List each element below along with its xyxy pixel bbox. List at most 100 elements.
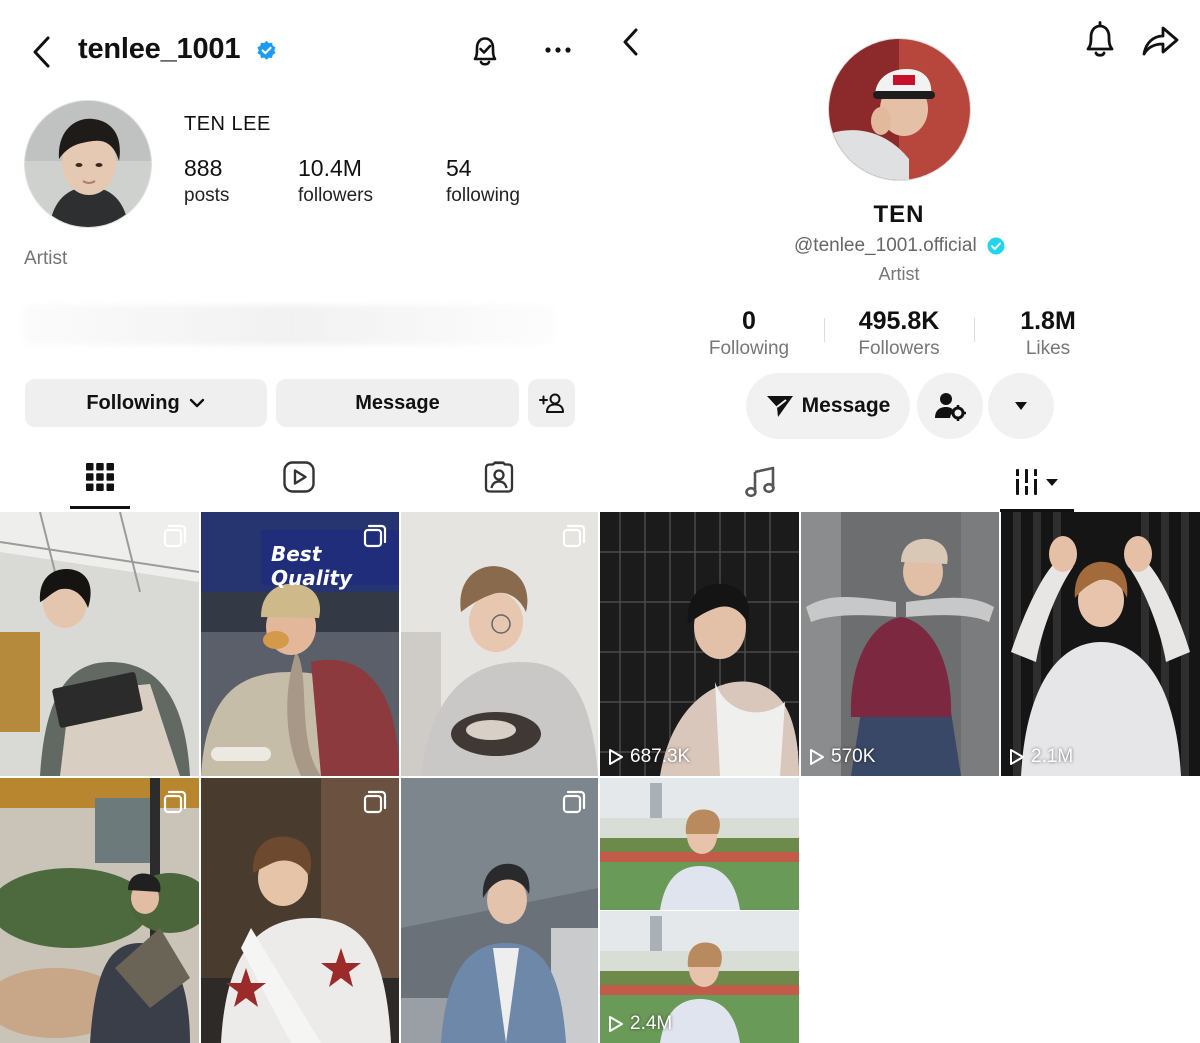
video-image — [1001, 512, 1200, 776]
add-user-icon — [538, 393, 564, 413]
stat-number: 888 — [184, 155, 223, 181]
post-image — [0, 512, 199, 776]
carousel-icon — [562, 790, 586, 814]
bell-icon[interactable] — [1082, 20, 1118, 60]
carousel-icon — [363, 524, 387, 548]
profile-category: Artist — [24, 248, 68, 269]
tagged-icon — [484, 461, 514, 493]
following-count[interactable]: 0 Following — [669, 307, 829, 360]
post-image — [401, 512, 598, 776]
post-thumbnail[interactable] — [401, 778, 598, 1043]
video-thumbnail[interactable]: 687.3K — [600, 512, 799, 776]
post-thumbnail[interactable]: Best Quality — [201, 512, 399, 776]
message-button-label: Message — [355, 391, 440, 414]
more-options-dropdown[interactable] — [988, 373, 1054, 439]
video-image — [600, 512, 799, 776]
stat-number: 0 — [742, 307, 756, 335]
view-count-text: 2.1M — [1031, 746, 1074, 767]
add-user-button[interactable] — [528, 379, 575, 427]
view-count-text: 2.4M — [630, 1013, 673, 1034]
post-image — [0, 778, 199, 1043]
avatar[interactable] — [24, 100, 152, 228]
stat-number: 10.4M — [298, 155, 362, 181]
display-name: TEN LEE — [184, 113, 271, 135]
share-arrow-icon[interactable] — [1140, 22, 1180, 58]
stat-label: following — [446, 185, 520, 206]
verified-badge-icon — [257, 40, 276, 60]
message-button-label: Message — [801, 394, 891, 417]
tab-tagged[interactable] — [469, 455, 529, 499]
video-thumbnail[interactable]: 2.4M — [600, 778, 799, 1043]
avatar[interactable] — [828, 38, 971, 181]
chevron-left-icon[interactable] — [616, 24, 644, 60]
view-count-text: 687.3K — [630, 746, 691, 767]
active-tab-indicator — [70, 506, 130, 509]
post-overlay-text: Best Quality — [271, 542, 353, 590]
play-icon — [810, 749, 824, 765]
notification-bell-check-icon[interactable] — [468, 33, 502, 69]
followers-count[interactable]: 495.8K Followers — [819, 307, 979, 360]
chevron-left-icon[interactable] — [28, 34, 56, 70]
video-image — [801, 512, 999, 776]
following-count[interactable]: 54 following — [446, 155, 520, 207]
post-thumbnail[interactable] — [401, 512, 598, 776]
stat-label: Following — [708, 338, 790, 359]
play-icon — [1010, 749, 1024, 765]
carousel-icon — [163, 524, 187, 548]
likes-count[interactable]: 1.8M Likes — [968, 307, 1128, 360]
profile-handle: @tenlee_1001.official — [794, 235, 977, 256]
post-image — [401, 778, 598, 1043]
music-note-icon — [745, 466, 775, 498]
tab-reels[interactable] — [269, 455, 329, 499]
view-count: 2.4M — [608, 1013, 672, 1035]
user-settings-icon — [935, 393, 966, 421]
user-settings-button[interactable] — [917, 373, 983, 439]
playlist-icon — [1015, 469, 1058, 495]
tab-playlists[interactable] — [1010, 462, 1066, 502]
grid-icon — [86, 463, 114, 491]
carousel-icon — [163, 790, 187, 814]
reels-icon — [283, 461, 315, 493]
tab-grid[interactable] — [70, 455, 130, 499]
view-count: 687.3K — [608, 746, 690, 768]
play-icon — [609, 1016, 623, 1032]
carousel-icon — [562, 524, 586, 548]
post-thumbnail[interactable] — [201, 778, 399, 1043]
caret-down-icon — [1015, 402, 1027, 410]
post-thumbnail[interactable] — [0, 512, 199, 776]
more-horizontal-icon[interactable] — [544, 44, 572, 56]
display-name: TEN — [873, 201, 925, 228]
message-button[interactable]: Message — [276, 379, 519, 427]
following-button[interactable]: Following — [25, 379, 267, 427]
instagram-profile-panel: tenlee_1001 TEN LEE 888 posts 10.4M foll… — [0, 0, 598, 1043]
send-icon — [766, 396, 793, 417]
profile-username: tenlee_1001 — [78, 33, 241, 65]
stat-label: Followers — [858, 338, 940, 359]
blurred-bio-area — [24, 305, 554, 345]
stat-label: followers — [298, 185, 373, 206]
profile-bio: Artist — [878, 264, 920, 284]
stat-number: 54 — [446, 155, 472, 181]
tiktok-profile-panel: TEN @tenlee_1001.official Artist 0 Follo… — [598, 0, 1200, 1043]
view-count: 570K — [809, 746, 875, 768]
stat-number: 495.8K — [858, 307, 940, 335]
stat-label: posts — [184, 185, 230, 206]
post-image — [201, 778, 399, 1043]
post-thumbnail[interactable] — [0, 778, 199, 1043]
stat-number: 1.8M — [1020, 307, 1076, 335]
followers-count[interactable]: 10.4M followers — [298, 155, 373, 207]
video-image — [600, 778, 799, 1043]
view-count-text: 570K — [831, 746, 876, 767]
tab-music[interactable] — [738, 462, 782, 502]
view-count: 2.1M — [1009, 746, 1073, 768]
following-button-label: Following — [86, 391, 180, 414]
play-icon — [609, 749, 623, 765]
posts-count[interactable]: 888 posts — [184, 155, 229, 207]
chevron-down-icon — [189, 398, 204, 408]
stat-label: Likes — [1025, 338, 1071, 359]
verified-badge-icon — [987, 237, 1005, 255]
message-button[interactable]: Message — [746, 373, 910, 439]
video-thumbnail[interactable]: 2.1M — [1001, 512, 1200, 776]
carousel-icon — [363, 790, 387, 814]
video-thumbnail[interactable]: 570K — [801, 512, 999, 776]
